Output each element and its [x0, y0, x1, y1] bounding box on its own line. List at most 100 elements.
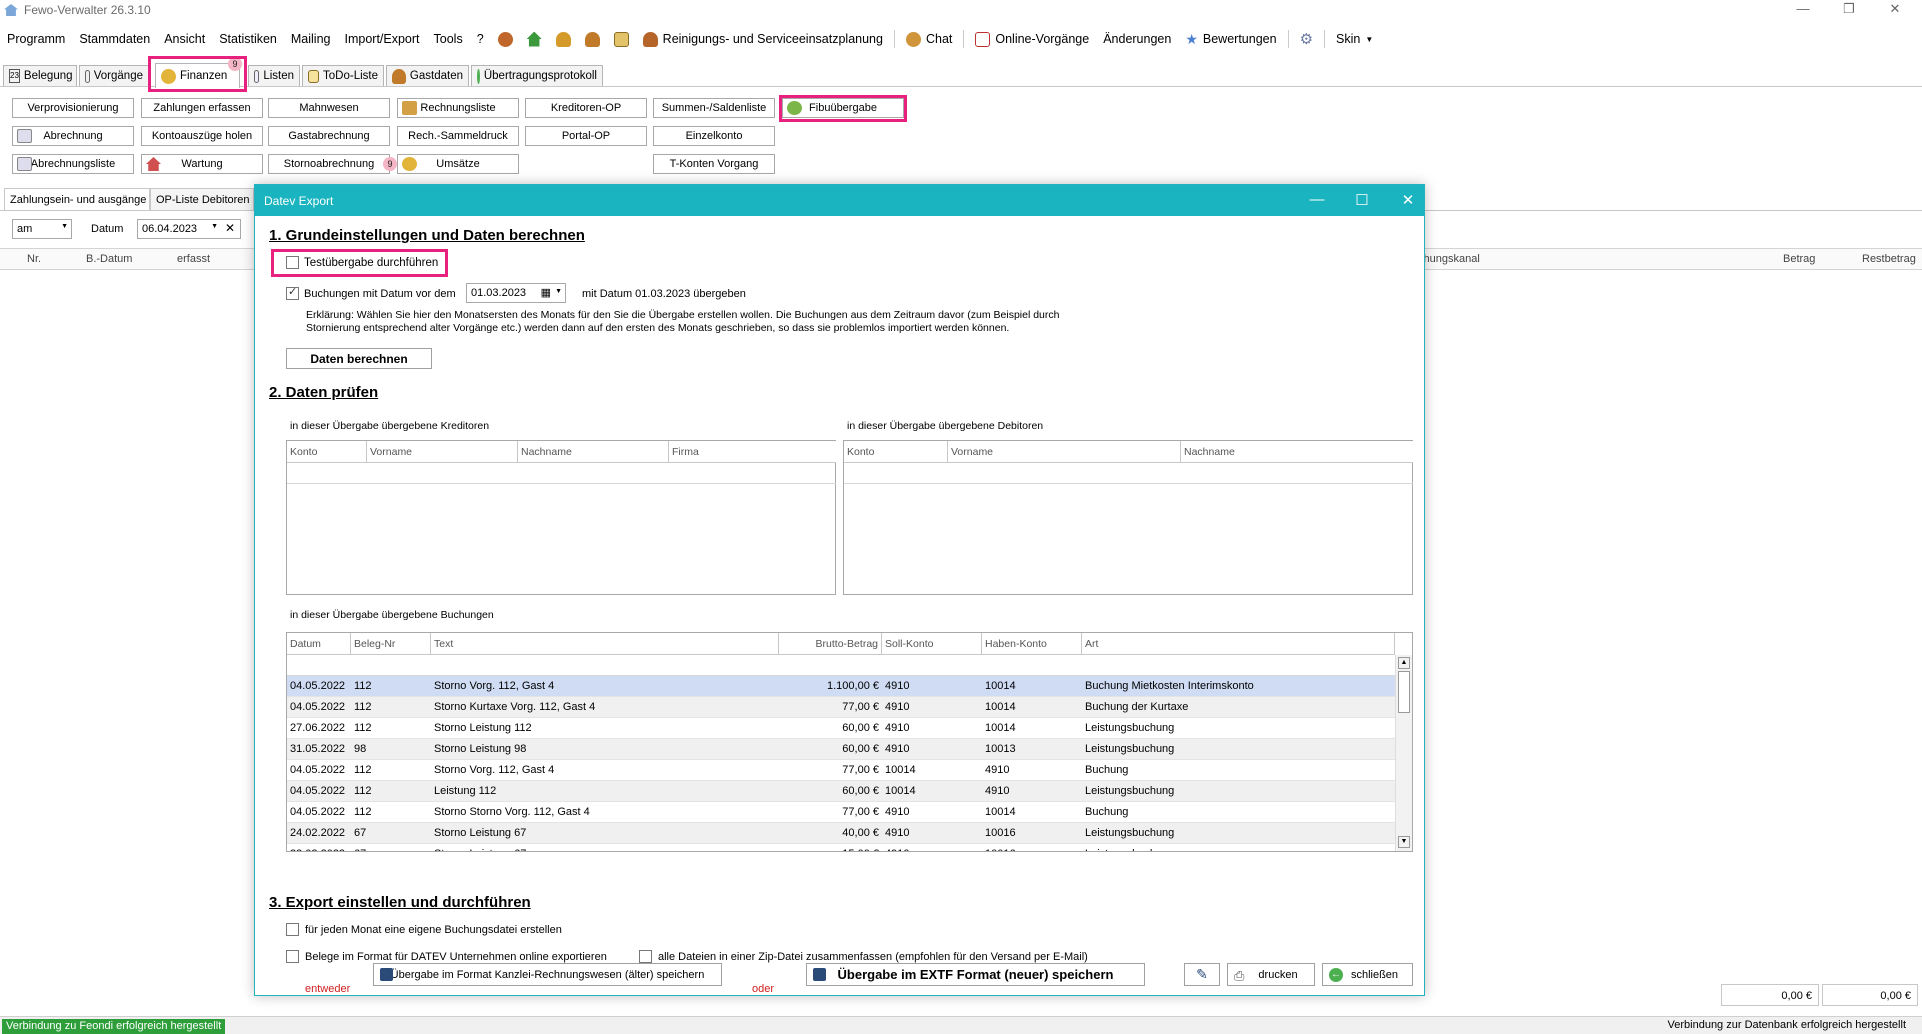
table-row[interactable]: 04.05.2022 112 Storno Vorg. 112, Gast 4 77,… [287, 760, 1395, 781]
col-firma[interactable]: Firma [669, 441, 836, 463]
buchungen-vor-checkbox[interactable] [286, 285, 299, 300]
table-row[interactable]: 23.02.2022 67 Storno Leistung 67 15,00 € 491… [287, 844, 1395, 851]
owner-icon[interactable] [578, 31, 607, 47]
verprovisionierung-button[interactable]: Verprovisionierung [12, 98, 134, 118]
col-nr[interactable]: Nr. [27, 253, 41, 265]
calendar-icon[interactable]: ▦ [541, 286, 551, 299]
col-restbetrag[interactable]: Restbetrag [1862, 253, 1916, 265]
tab-gastdaten[interactable]: Gastdaten [386, 65, 469, 86]
menu-import-export[interactable]: Import/Export [338, 32, 427, 46]
tab-todo[interactable]: ToDo-Liste [302, 65, 384, 86]
tab-listen[interactable]: Listen [248, 65, 300, 86]
table-row[interactable]: 04.05.2022 112 Storno Storno Vorg. 112, Ga… [287, 802, 1395, 823]
menu-ansicht[interactable]: Ansicht [157, 32, 212, 46]
col-nachname[interactable]: Nachname [1181, 441, 1413, 463]
schliessen-button[interactable]: ← schließen [1322, 963, 1413, 986]
col-konto[interactable]: Konto [844, 441, 948, 463]
menu-tools[interactable]: Tools [427, 32, 470, 46]
stornoabrechnung-button[interactable]: Stornoabrechnung [268, 154, 390, 174]
col-beleg-nr[interactable]: Beleg-Nr [351, 633, 431, 655]
guest-icon[interactable] [549, 31, 578, 47]
close-icon[interactable]: ✕ [1872, 0, 1918, 20]
edit-export-button[interactable]: ✎ [1184, 963, 1220, 986]
tab-uebertragungsprotokoll[interactable]: Übertragungsprotokoll [471, 65, 603, 86]
t-konten-button[interactable]: T-Konten Vorgang [653, 154, 775, 174]
zip-checkbox[interactable] [639, 950, 652, 963]
summen-saldenliste-button[interactable]: Summen-/Saldenliste [653, 98, 775, 118]
gastabrechnung-button[interactable]: Gastabrechnung [268, 126, 390, 146]
gear-icon[interactable]: ⚙ [1293, 30, 1320, 48]
col-nachname[interactable]: Nachname [518, 441, 669, 463]
col-haben-konto[interactable]: Haben-Konto [982, 633, 1082, 655]
close-icon[interactable]: ✕ [1393, 191, 1423, 209]
col-art[interactable]: Art [1082, 633, 1395, 655]
menu-stammdaten[interactable]: Stammdaten [72, 32, 157, 46]
col-vorname[interactable]: Vorname [948, 441, 1181, 463]
extf-speichern-button[interactable]: Übergabe im EXTF Format (neuer) speicher… [806, 963, 1145, 986]
tab-belegung[interactable]: 23 Belegung [3, 65, 77, 86]
menu-chat[interactable]: Chat [899, 31, 959, 47]
testuebergabe-checkbox[interactable] [286, 256, 299, 269]
umsaetze-button[interactable]: Umsätze [397, 154, 519, 174]
am-select[interactable]: am ▼ [12, 219, 72, 239]
restore-icon[interactable]: ❐ [1826, 0, 1872, 20]
einzelkonto-button[interactable]: Einzelkonto [653, 126, 775, 146]
minimize-icon[interactable]: — [1780, 0, 1826, 20]
table-row[interactable]: 24.02.2022 67 Storno Leistung 67 40,00 € 491… [287, 823, 1395, 844]
table-row[interactable]: 27.06.2022 112 Storno Leistung 112 60,00 € 4… [287, 718, 1395, 739]
tab-finanzen[interactable]: Finanzen [155, 63, 240, 88]
tab-vorgaenge[interactable]: Vorgänge [79, 65, 149, 86]
rech-sammeldruck-button[interactable]: Rech.-Sammeldruck [397, 126, 519, 146]
table-row[interactable]: 31.05.2022 98 Storno Leistung 98 60,00 € 491… [287, 739, 1395, 760]
minimize-icon[interactable]: — [1302, 191, 1332, 208]
scrollbar[interactable]: ▲ ▼ [1395, 655, 1412, 851]
col-datum[interactable]: Datum [287, 633, 351, 655]
col-buchungskanal[interactable]: chungskanal [1418, 253, 1480, 265]
scroll-thumb[interactable] [1398, 671, 1410, 713]
chevron-down-icon[interactable]: ▼ [555, 288, 562, 295]
rechnungsliste-button[interactable]: Rechnungsliste [397, 98, 519, 118]
monatserster-date-input[interactable]: 01.03.2023 ▦ ▼ [466, 283, 566, 303]
tab-op-liste-debitoren[interactable]: OP-Liste Debitoren [150, 188, 254, 210]
scroll-down-icon[interactable]: ▼ [1398, 836, 1410, 848]
kreditoren-op-button[interactable]: Kreditoren-OP [525, 98, 647, 118]
tab-zahlungsein-ausgaenge[interactable]: Zahlungsein- und ausgänge [4, 188, 150, 210]
col-erfasst[interactable]: erfasst [177, 253, 210, 265]
mahnwesen-button[interactable]: Mahnwesen [268, 98, 390, 118]
clear-icon[interactable]: ✕ [225, 221, 235, 235]
belege-datev-checkbox[interactable] [286, 950, 299, 963]
col-b-datum[interactable]: B.-Datum [86, 253, 132, 265]
col-betrag[interactable]: Betrag [1783, 253, 1815, 265]
drucken-button[interactable]: ⎙ drucken [1227, 963, 1315, 986]
col-brutto-betrag[interactable]: Brutto-Betrag [779, 633, 882, 655]
col-vorname[interactable]: Vorname [367, 441, 518, 463]
monat-datei-checkbox[interactable] [286, 923, 299, 936]
wartung-button[interactable]: Wartung [141, 154, 263, 174]
debitoren-table[interactable]: Konto Vorname Nachname [843, 440, 1413, 595]
portal-op-button[interactable]: Portal-OP [525, 126, 647, 146]
abrechnung-button[interactable]: Abrechnung [12, 126, 134, 146]
menu-bewertungen[interactable]: ★ Bewertungen [1178, 31, 1283, 48]
menu-skin[interactable]: Skin ▼ [1329, 32, 1380, 46]
menu-reinigung[interactable]: Reinigungs- und Serviceeinsatzplanung [636, 31, 890, 47]
menu-statistiken[interactable]: Statistiken [212, 32, 284, 46]
col-soll-konto[interactable]: Soll-Konto [882, 633, 982, 655]
maximize-icon[interactable]: ☐ [1347, 191, 1377, 209]
menu-help[interactable]: ? [470, 32, 491, 46]
menu-aenderungen[interactable]: Änderungen [1096, 32, 1178, 46]
col-konto[interactable]: Konto [287, 441, 367, 463]
users-icon[interactable] [491, 31, 520, 47]
buchungen-table[interactable]: Datum Beleg-Nr Text Brutto-Betrag Soll-K… [286, 632, 1413, 852]
fibuuebergabe-button[interactable]: Fibuübergabe [782, 98, 904, 118]
kreditoren-table[interactable]: Konto Vorname Nachname Firma [286, 440, 836, 595]
menu-online-vorgaenge[interactable]: Online-Vorgänge [968, 31, 1096, 47]
menu-mailing[interactable]: Mailing [284, 32, 338, 46]
kontoauszuege-button[interactable]: Kontoauszüge holen [141, 126, 263, 146]
datum-input[interactable]: 06.04.2023 ▼ ✕ [137, 219, 241, 239]
scroll-up-icon[interactable]: ▲ [1398, 657, 1410, 669]
table-row[interactable]: 04.05.2022 112 Leistung 112 60,00 € 10014 491… [287, 781, 1395, 802]
table-row[interactable]: 04.05.2022 112 Storno Kurtaxe Vorg. 112, G… [287, 697, 1395, 718]
abrechnungsliste-button[interactable]: Abrechnungsliste [12, 154, 134, 174]
zahlungen-erfassen-button[interactable]: Zahlungen erfassen [141, 98, 263, 118]
menu-programm[interactable]: Programm [0, 32, 72, 46]
